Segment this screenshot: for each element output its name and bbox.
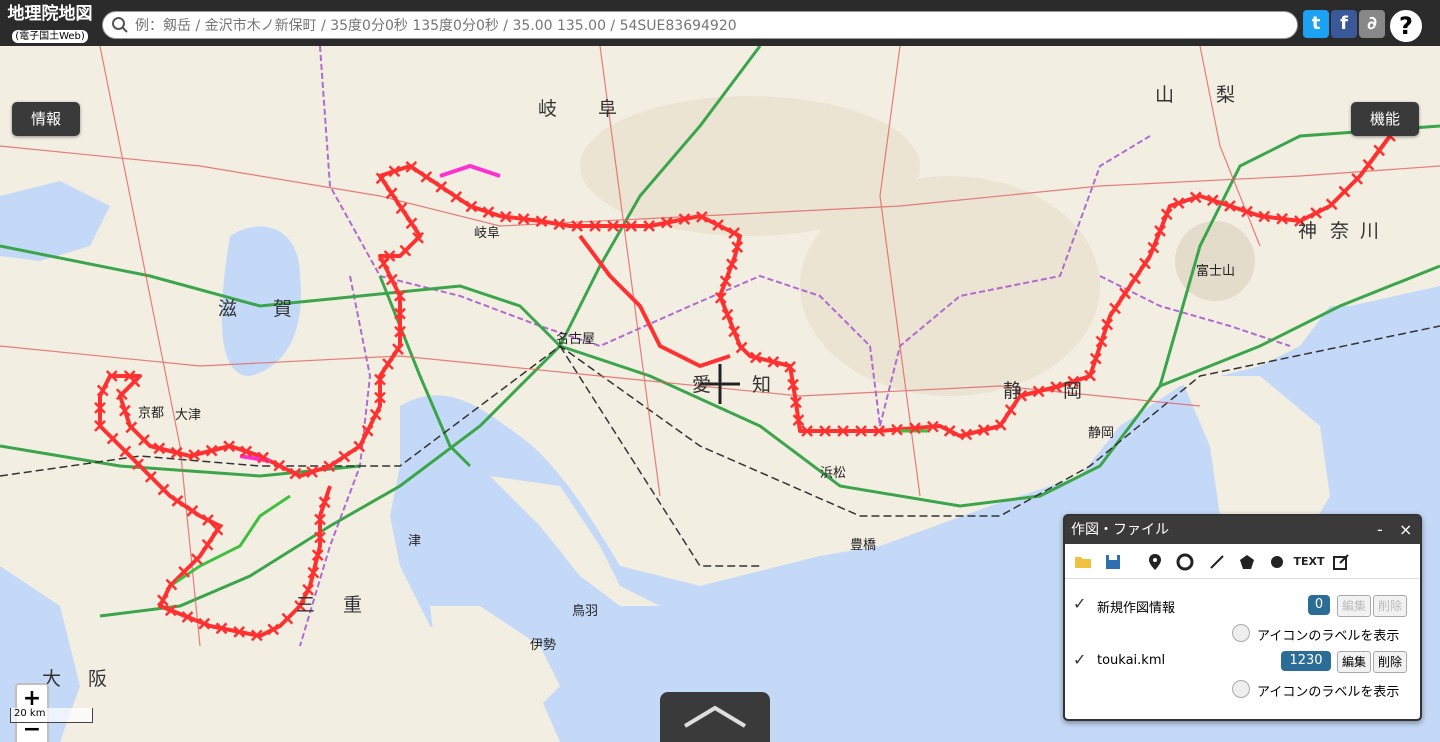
label-option-text: アイコンのラベルを表示: [1257, 629, 1400, 644]
site-subtitle: (電子国土Web): [12, 30, 88, 43]
layer-name: 新規作図情報: [1097, 601, 1176, 616]
city-label: 鳥羽: [572, 604, 599, 619]
line-icon[interactable]: [1207, 552, 1227, 572]
search-input[interactable]: [133, 15, 1287, 37]
marker-icon[interactable]: [1145, 552, 1165, 572]
site-title: 地理院地図: [7, 4, 93, 24]
map-label: 賀: [273, 298, 295, 320]
twitter-share-button[interactable]: t: [1303, 10, 1329, 38]
map-label: 岡: [1063, 380, 1085, 402]
map-label: 阜: [598, 98, 620, 120]
bottom-panel-toggle[interactable]: [660, 692, 770, 742]
polygon-icon[interactable]: [1237, 552, 1257, 572]
city-label: 豊橋: [850, 538, 877, 553]
layer-checkbox[interactable]: ✓: [1073, 652, 1089, 668]
filled-circle-icon[interactable]: [1267, 552, 1287, 572]
layer-row: ✓ toukai.kml 1230 編集 削除: [1065, 648, 1420, 674]
search-box[interactable]: [102, 11, 1298, 39]
panel-header: 作図・ファイル - ×: [1065, 516, 1420, 544]
label-toggle[interactable]: [1232, 680, 1250, 698]
info-button[interactable]: 情報: [12, 102, 80, 136]
edit-icon[interactable]: [1331, 552, 1351, 572]
label-option-row: アイコンのラベルを表示: [1065, 676, 1420, 702]
edit-button[interactable]: 編集: [1337, 595, 1371, 617]
map-label: 山: [1155, 84, 1177, 106]
twitter-icon: t: [1311, 13, 1321, 34]
search-icon: [112, 17, 128, 33]
panel-title: 作図・ファイル: [1071, 522, 1169, 538]
close-button[interactable]: ×: [1399, 516, 1412, 544]
edit-button[interactable]: 編集: [1337, 651, 1371, 673]
header-bar: 地理院地図 (電子国土Web) t f ∂ ?: [0, 0, 1440, 46]
city-label: 名古屋: [556, 332, 596, 347]
map-label: 岐: [538, 98, 560, 120]
layer-name: toukai.kml: [1097, 653, 1166, 668]
city-label: 岐阜: [474, 226, 501, 241]
map-label: 神: [1298, 220, 1320, 242]
folder-icon[interactable]: [1073, 552, 1093, 572]
city-label: 静岡: [1088, 426, 1115, 441]
map-label: 知: [752, 374, 774, 396]
link-share-button[interactable]: ∂: [1359, 10, 1385, 38]
map-label: 奈: [1330, 220, 1352, 242]
scale-bar: 20 km: [10, 708, 93, 723]
city-label: 伊勢: [530, 638, 557, 653]
delete-button[interactable]: 削除: [1373, 595, 1407, 617]
layer-row: ✓ 新規作図情報 0 編集 削除: [1065, 592, 1420, 618]
functions-button[interactable]: 機能: [1351, 102, 1419, 136]
map-label: 重: [343, 594, 365, 616]
save-icon[interactable]: [1103, 552, 1123, 572]
layer-checkbox[interactable]: ✓: [1073, 596, 1089, 612]
city-label: 富士山: [1196, 264, 1236, 279]
circle-icon[interactable]: [1175, 552, 1195, 572]
help-button[interactable]: ?: [1388, 8, 1424, 44]
city-label: 京都: [138, 406, 165, 421]
map-label: 梨: [1216, 84, 1238, 106]
minimize-button[interactable]: -: [1377, 516, 1383, 544]
text-tool-button[interactable]: TEXT: [1293, 552, 1325, 572]
layer-count-badge: 1230: [1281, 651, 1331, 671]
label-option-row: アイコンのラベルを表示: [1065, 620, 1420, 646]
site-logo[interactable]: 地理院地図 (電子国土Web): [4, 4, 96, 43]
map-label: 滋: [218, 298, 240, 320]
city-label: 津: [408, 534, 422, 549]
label-toggle[interactable]: [1232, 624, 1250, 642]
facebook-icon: f: [1340, 13, 1348, 34]
label-option-text: アイコンのラベルを表示: [1257, 685, 1400, 700]
map-label: 静: [1003, 380, 1025, 402]
map-label: 阪: [88, 668, 110, 690]
draw-file-panel: 作図・ファイル - × TEXT ✓ 新規作図情報 0 編集 削除 アイコンのラ…: [1063, 514, 1422, 721]
delete-button[interactable]: 削除: [1373, 651, 1407, 673]
map-label: 三: [296, 594, 318, 616]
draw-toolbar: TEXT: [1065, 544, 1420, 579]
map-label: 川: [1360, 220, 1382, 242]
chevron-up-icon: [683, 705, 747, 728]
layer-count-badge: 0: [1308, 595, 1330, 615]
city-label: 大津: [175, 408, 202, 423]
city-label: 浜松: [820, 466, 847, 481]
paperclip-icon: ∂: [1367, 13, 1377, 34]
gsi-map-app: 地理院地図 (電子国土Web) t f ∂ ?: [0, 0, 1440, 742]
facebook-share-button[interactable]: f: [1331, 10, 1357, 38]
map-label: 愛: [692, 374, 714, 396]
